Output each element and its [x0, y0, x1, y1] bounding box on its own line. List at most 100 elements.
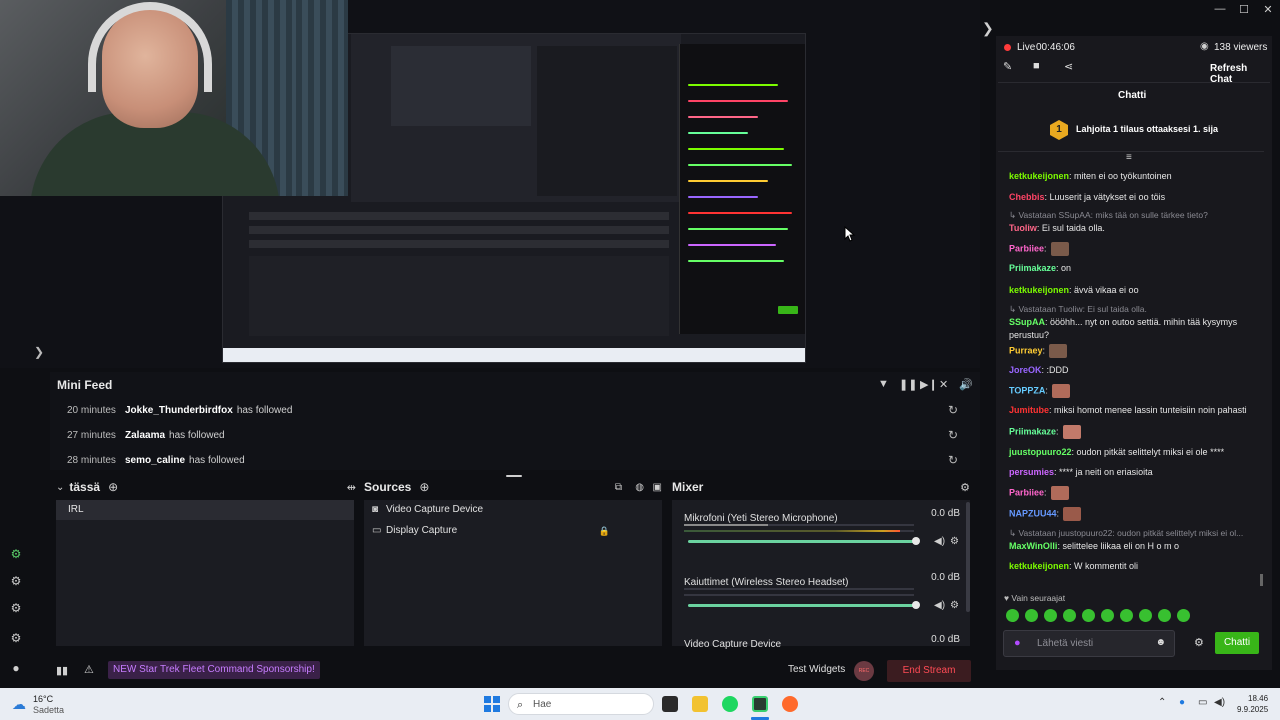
minimize-icon[interactable]: —: [1208, 0, 1232, 18]
chat-username[interactable]: Parbiiee: [1009, 243, 1044, 253]
network-icon[interactable]: ▭: [1198, 697, 1207, 708]
chat-username[interactable]: Chebbis: [1009, 192, 1045, 202]
emote-icon[interactable]: [1120, 609, 1133, 622]
weather-temp[interactable]: 16°C: [33, 694, 53, 704]
chat-username[interactable]: SSupAA: [1009, 317, 1045, 327]
weather-icon[interactable]: ☁: [12, 696, 26, 713]
filter-icon[interactable]: ▼: [878, 378, 889, 390]
chevron-up-icon[interactable]: ⌃: [1158, 697, 1166, 708]
mute-alerts-icon[interactable]: ✕: [939, 378, 948, 391]
shield-icon[interactable]: ■: [1033, 60, 1040, 72]
replay-icon[interactable]: ↻: [948, 403, 958, 417]
chat-username[interactable]: JoreOK: [1009, 365, 1042, 375]
collapse-icon[interactable]: ⌄: [56, 482, 64, 493]
stats-icon[interactable]: ▮▮: [56, 664, 68, 677]
emote-icon[interactable]: [1006, 609, 1019, 622]
emote-icon[interactable]: [1082, 609, 1095, 622]
taskbar-search[interactable]: ⌕ Hae: [508, 693, 654, 715]
sponsorship-notice[interactable]: NEW Star Trek Fleet Command Sponsorship!: [108, 661, 320, 679]
profile-icon[interactable]: ●: [8, 660, 24, 676]
fit-icon[interactable]: ⇹: [347, 481, 356, 494]
microphone-icon[interactable]: ●: [1014, 637, 1021, 649]
scene-item[interactable]: IRL: [56, 500, 354, 520]
chat-username[interactable]: ketkukeijonen: [1009, 561, 1069, 571]
add-scene-icon[interactable]: ⊕: [108, 480, 118, 494]
emote-icon[interactable]: [1101, 609, 1114, 622]
chat-username[interactable]: MaxWinOlli: [1009, 541, 1057, 551]
firefox-icon[interactable]: [782, 696, 798, 712]
mixer-scrollbar[interactable]: [966, 502, 970, 612]
replay-icon[interactable]: ↻: [948, 453, 958, 467]
alert-icon[interactable]: ⚠: [84, 663, 94, 676]
clock-time[interactable]: 18.46: [1248, 694, 1268, 703]
themes-icon[interactable]: ⚙: [8, 600, 24, 616]
chat-username[interactable]: Tuoliw: [1009, 223, 1037, 233]
maximize-icon[interactable]: ☐: [1232, 0, 1256, 18]
chat-username[interactable]: juustopuuro22: [1009, 447, 1072, 457]
streaming-app-icon[interactable]: [752, 696, 768, 712]
start-icon[interactable]: [484, 696, 500, 712]
gear-icon[interactable]: ⚙: [960, 481, 970, 494]
plugins-icon[interactable]: ⚙: [8, 573, 24, 589]
chat-username[interactable]: ketkukeijonen: [1009, 171, 1069, 181]
emote-icon[interactable]: [1025, 609, 1038, 622]
chat-username[interactable]: Parbiiee: [1009, 487, 1044, 497]
edit-icon[interactable]: ✎: [1003, 60, 1012, 73]
gear-icon[interactable]: ⚙: [1194, 636, 1204, 649]
add-source-icon[interactable]: ⊕: [419, 480, 429, 494]
emote-icon[interactable]: [1063, 609, 1076, 622]
gift-goal-banner[interactable]: 1 Lahjoita 1 tilaus ottaaksesi 1. sija: [998, 110, 1264, 152]
feed-user[interactable]: Jokke_Thunderbirdfox: [125, 405, 233, 416]
chat-scrollbar[interactable]: [1260, 574, 1263, 586]
chat-username[interactable]: Priimakaze: [1009, 263, 1056, 273]
chat-username[interactable]: ketkukeijonen: [1009, 285, 1069, 295]
record-button[interactable]: REC: [854, 661, 874, 681]
gear-icon[interactable]: ⚙: [950, 600, 959, 611]
emote-icon[interactable]: [1158, 609, 1171, 622]
slider-knob[interactable]: [912, 601, 920, 609]
file-explorer-icon[interactable]: [692, 696, 708, 712]
pinned-collapse-icon[interactable]: ≡: [1126, 152, 1132, 163]
feed-user[interactable]: semo_caline: [125, 455, 185, 466]
feed-user[interactable]: Zalaama: [125, 430, 165, 441]
spotify-icon[interactable]: [722, 696, 738, 712]
speaker-icon[interactable]: ◀): [934, 600, 945, 611]
test-widgets-button[interactable]: Test Widgets: [788, 664, 845, 675]
skip-icon[interactable]: ▶❙: [920, 378, 938, 391]
group-icon[interactable]: ⧉: [615, 482, 622, 493]
emote-icon[interactable]: [1044, 609, 1057, 622]
settings-icon[interactable]: ⚙: [8, 630, 24, 646]
chat-username[interactable]: Priimakaze: [1009, 426, 1056, 436]
send-chat-button[interactable]: Chatti: [1215, 632, 1259, 654]
chat-username[interactable]: persumies: [1009, 467, 1054, 477]
replay-icon[interactable]: ↻: [948, 428, 958, 442]
task-view-icon[interactable]: [662, 696, 678, 712]
chat-username[interactable]: TOPPZA: [1009, 385, 1045, 395]
weather-desc[interactable]: Sadetta: [33, 705, 64, 715]
speaker-icon[interactable]: ◀): [934, 536, 945, 547]
volume-icon[interactable]: ◀): [1214, 697, 1225, 708]
volume-slider[interactable]: [688, 540, 916, 543]
folder-icon[interactable]: ▣: [653, 482, 662, 493]
chevron-right-icon[interactable]: ❯: [34, 345, 44, 359]
source-item[interactable]: ▭ Display Capture 🔒: [364, 521, 662, 541]
chat-username[interactable]: NAPZUU44: [1009, 508, 1057, 518]
chevron-right-icon[interactable]: ❯: [982, 20, 994, 37]
volume-slider[interactable]: [688, 604, 916, 607]
emoji-icon[interactable]: ☻: [1155, 637, 1166, 648]
pause-icon[interactable]: ❚❚: [899, 378, 917, 391]
volume-icon[interactable]: 🔊: [959, 378, 973, 391]
drag-handle[interactable]: [506, 475, 522, 477]
microphone-icon[interactable]: ●: [1179, 697, 1185, 708]
chat-input[interactable]: ● Lähetä viesti ☻: [1003, 630, 1175, 657]
chat-username[interactable]: Jumitube: [1009, 405, 1049, 415]
slider-knob[interactable]: [912, 537, 920, 545]
clock-date[interactable]: 9.9.2025: [1237, 705, 1268, 714]
gear-icon[interactable]: ⚙: [950, 536, 959, 547]
share-icon[interactable]: ⋖: [1064, 60, 1073, 73]
source-item[interactable]: ◙ Video Capture Device: [364, 500, 662, 520]
emote-icon[interactable]: [1139, 609, 1152, 622]
audio-icon[interactable]: ◍: [635, 482, 644, 493]
integrations-icon[interactable]: ⚙: [8, 546, 24, 562]
end-stream-button[interactable]: End Stream: [887, 660, 971, 682]
